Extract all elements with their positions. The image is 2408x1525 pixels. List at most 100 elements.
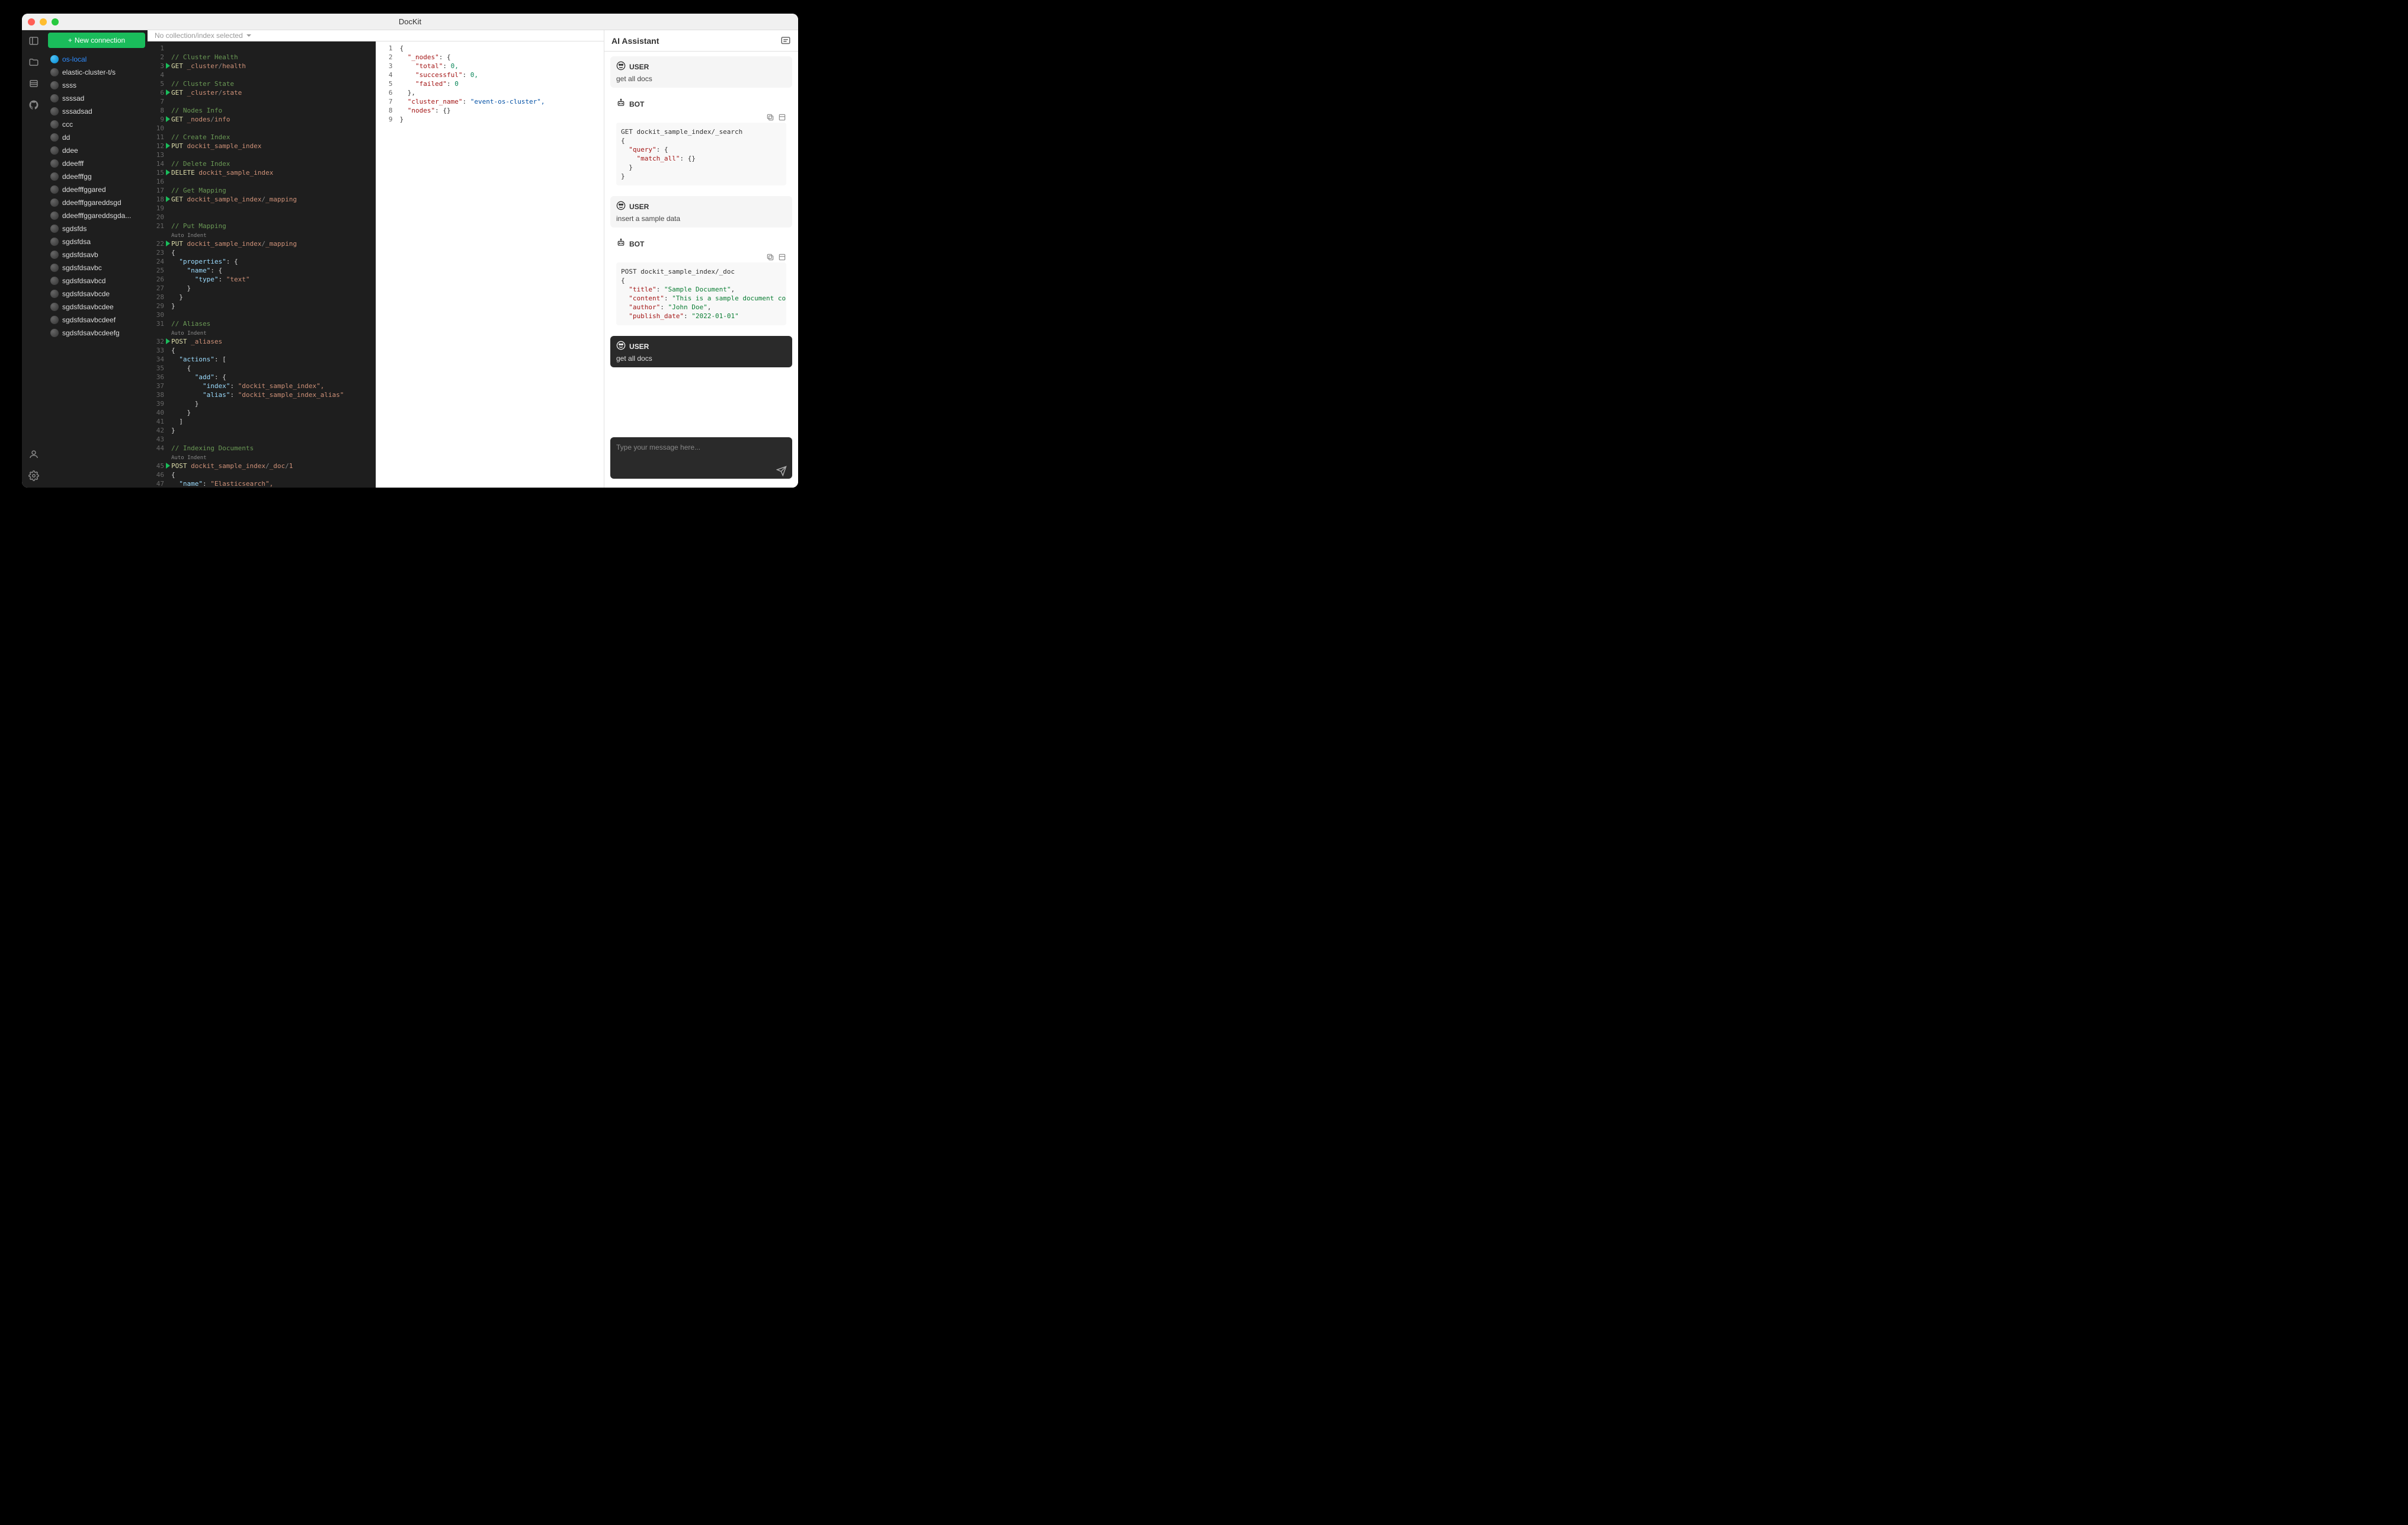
chat-role-label: BOT bbox=[616, 98, 786, 110]
traffic-lights bbox=[28, 18, 59, 25]
connection-item[interactable]: elastic-cluster-t/s bbox=[46, 66, 148, 79]
connection-label: os-local bbox=[62, 55, 87, 63]
run-icon[interactable] bbox=[166, 89, 170, 95]
connection-label: sgdsfds bbox=[62, 225, 87, 233]
settings-icon[interactable] bbox=[28, 470, 40, 482]
connection-item[interactable]: sgdsfds bbox=[46, 222, 148, 235]
request-editor[interactable]: 1234567891011121314151617181920212223242… bbox=[148, 41, 376, 488]
connection-item[interactable]: sgdsfdsavbcd bbox=[46, 274, 148, 287]
github-icon[interactable] bbox=[28, 99, 40, 111]
database-icon bbox=[50, 94, 59, 102]
connection-item[interactable]: sgdsfdsavbcdeefg bbox=[46, 326, 148, 339]
app-window: DocKit +New connection os-localelastic-c… bbox=[22, 14, 798, 488]
chat-message-text: get all docs bbox=[616, 354, 786, 363]
database-icon bbox=[50, 146, 59, 155]
history-icon[interactable] bbox=[28, 78, 40, 89]
new-connection-button[interactable]: +New connection bbox=[48, 33, 145, 48]
plus-icon: + bbox=[68, 36, 72, 44]
connection-item[interactable]: ssss bbox=[46, 79, 148, 92]
connection-item[interactable]: ccc bbox=[46, 118, 148, 131]
folder-icon[interactable] bbox=[28, 56, 40, 68]
connection-item[interactable]: sgdsfdsavb bbox=[46, 248, 148, 261]
chat-body: USERget all docsBOTGET dockit_sample_ind… bbox=[604, 52, 798, 431]
minimize-window-button[interactable] bbox=[40, 18, 47, 25]
run-icon[interactable] bbox=[166, 169, 170, 175]
connection-item[interactable]: sgdsfdsavbcde bbox=[46, 287, 148, 300]
user-emoji-icon bbox=[616, 201, 626, 212]
connection-label: sssadsad bbox=[62, 107, 92, 116]
connection-item[interactable]: dd bbox=[46, 131, 148, 144]
run-icon[interactable] bbox=[166, 463, 170, 469]
copy-icon[interactable] bbox=[766, 253, 774, 261]
connection-item[interactable]: sgdsfdsa bbox=[46, 235, 148, 248]
connection-label: sgdsfdsavbcdee bbox=[62, 303, 114, 311]
database-icon bbox=[50, 251, 59, 259]
panel-icon[interactable] bbox=[28, 35, 40, 47]
chat-role-label: BOT bbox=[616, 238, 786, 249]
database-icon bbox=[50, 55, 59, 63]
assistant-panel: AI Assistant USERget all docsBOTGET dock… bbox=[604, 30, 798, 488]
user-icon[interactable] bbox=[28, 448, 40, 460]
toolbar: No collection/index selected bbox=[148, 30, 604, 41]
collection-select[interactable]: No collection/index selected bbox=[152, 30, 255, 41]
connection-item[interactable]: ssssad bbox=[46, 92, 148, 105]
connection-item[interactable]: ddeefffggareddsgd bbox=[46, 196, 148, 209]
connection-item[interactable]: os-local bbox=[46, 53, 148, 66]
user-emoji-icon bbox=[616, 61, 626, 72]
database-icon bbox=[50, 81, 59, 89]
chat-user-message: USERinsert a sample data bbox=[610, 196, 792, 228]
connection-list: os-local elastic-cluster-t/s ssss ssssad sss… bbox=[46, 50, 148, 488]
run-icon[interactable] bbox=[166, 63, 170, 69]
chat-user-message: USERget all docs bbox=[610, 56, 792, 88]
database-icon bbox=[50, 172, 59, 181]
insert-icon[interactable] bbox=[778, 253, 786, 261]
connection-item[interactable]: ddeefffgg bbox=[46, 170, 148, 183]
connection-label: ssssad bbox=[62, 94, 84, 102]
code-block: POST dockit_sample_index/_doc { "title":… bbox=[616, 262, 786, 325]
connection-item[interactable]: ddeefffggareddsgda... bbox=[46, 209, 148, 222]
collection-select-wrap[interactable]: No collection/index selected bbox=[152, 30, 255, 41]
connection-item[interactable]: ddeefff bbox=[46, 157, 148, 170]
robot-icon bbox=[616, 238, 626, 249]
run-icon[interactable] bbox=[166, 143, 170, 149]
user-emoji-icon bbox=[616, 341, 626, 352]
connection-item[interactable]: sssadsad bbox=[46, 105, 148, 118]
connection-item[interactable]: sgdsfdsavbc bbox=[46, 261, 148, 274]
connection-label: sgdsfdsavbcde bbox=[62, 290, 110, 298]
connection-label: ssss bbox=[62, 81, 76, 89]
run-icon[interactable] bbox=[166, 196, 170, 202]
chat-role-label: USER bbox=[616, 61, 786, 72]
run-icon[interactable] bbox=[166, 241, 170, 246]
database-icon bbox=[50, 316, 59, 324]
maximize-window-button[interactable] bbox=[52, 18, 59, 25]
send-button[interactable] bbox=[776, 465, 787, 477]
connection-item[interactable]: ddee bbox=[46, 144, 148, 157]
database-icon bbox=[50, 185, 59, 194]
database-icon bbox=[50, 68, 59, 76]
chat-bubble-icon[interactable] bbox=[780, 36, 791, 46]
database-icon bbox=[50, 120, 59, 129]
database-icon bbox=[50, 277, 59, 285]
chat-input[interactable] bbox=[610, 437, 792, 479]
database-icon bbox=[50, 212, 59, 220]
chat-message-text: insert a sample data bbox=[616, 214, 786, 223]
run-icon[interactable] bbox=[166, 116, 170, 122]
connection-item[interactable]: sgdsfdsavbcdeef bbox=[46, 313, 148, 326]
chat-input-wrap bbox=[604, 431, 798, 488]
copy-icon[interactable] bbox=[766, 113, 774, 121]
assistant-header: AI Assistant bbox=[604, 30, 798, 52]
close-window-button[interactable] bbox=[28, 18, 35, 25]
connection-label: ddeefffgg bbox=[62, 172, 92, 181]
run-icon[interactable] bbox=[166, 338, 170, 344]
database-icon bbox=[50, 290, 59, 298]
connection-item[interactable]: ddeefffggared bbox=[46, 183, 148, 196]
chat-bot-message: BOTGET dockit_sample_index/_search { "qu… bbox=[610, 94, 792, 190]
connection-item[interactable]: sgdsfdsavbcdee bbox=[46, 300, 148, 313]
database-icon bbox=[50, 264, 59, 272]
insert-icon[interactable] bbox=[778, 113, 786, 121]
main-area: No collection/index selected 12345678910… bbox=[148, 30, 604, 488]
robot-icon bbox=[616, 98, 626, 110]
connection-label: ddeefffggareddsgda... bbox=[62, 212, 131, 220]
connection-label: elastic-cluster-t/s bbox=[62, 68, 116, 76]
response-editor[interactable]: 123456789 { "_nodes": { "total": 0, "suc… bbox=[376, 41, 604, 488]
